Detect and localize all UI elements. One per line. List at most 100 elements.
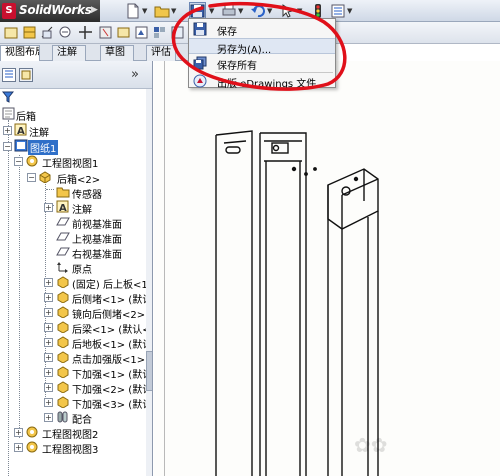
tab-annotation[interactable]: 注解 bbox=[52, 45, 86, 61]
filter-icon[interactable] bbox=[1, 91, 16, 105]
tree-component-1[interactable]: + (固定) 后上板<1 bbox=[44, 275, 148, 291]
tree-component-8[interactable]: + 下加强<2> (默认 bbox=[44, 380, 152, 396]
menu-item-save-as[interactable]: 另存为(A)... bbox=[189, 38, 335, 56]
model-view-icon[interactable] bbox=[4, 25, 19, 40]
expand-toggle-icon[interactable]: + bbox=[44, 368, 53, 377]
solidworks-logo-icon: S bbox=[2, 3, 16, 19]
solidworks-logo[interactable]: S SolidWorks ▶ bbox=[0, 0, 100, 22]
origin-icon bbox=[56, 260, 70, 274]
expand-toggle-icon[interactable]: + bbox=[44, 413, 53, 422]
app-name: SolidWorks bbox=[19, 3, 92, 17]
component-part-icon bbox=[56, 335, 70, 349]
panel-scrollbar[interactable] bbox=[146, 89, 152, 476]
expand-toggle-icon[interactable]: + bbox=[44, 278, 53, 287]
property-manager-tab-icon[interactable] bbox=[19, 68, 33, 82]
tree-item-sensors[interactable]: 传感器 bbox=[56, 185, 146, 201]
collapse-toggle-icon[interactable]: − bbox=[14, 157, 23, 166]
collapse-toggle-icon[interactable]: − bbox=[27, 173, 36, 182]
tree-item-front-plane[interactable]: 前视基准面 bbox=[56, 215, 146, 231]
tree-annotations-label: 注解 bbox=[29, 128, 49, 139]
select-dropdown-icon[interactable]: ▼ bbox=[297, 7, 302, 15]
tab-evaluate[interactable]: 评估 bbox=[146, 45, 176, 61]
tree-item-part-annotations[interactable]: + A 注解 bbox=[44, 200, 144, 216]
tree-drawing-view-1-label: 工程图视图1 bbox=[42, 159, 99, 170]
expand-toggle-icon[interactable]: + bbox=[44, 323, 53, 332]
expand-toggle-icon[interactable]: + bbox=[44, 293, 53, 302]
open-dropdown-icon[interactable]: ▼ bbox=[171, 7, 176, 15]
expand-toggle-icon[interactable]: + bbox=[44, 203, 53, 212]
tree-item-top-plane[interactable]: 上视基准面 bbox=[56, 230, 146, 246]
break-view-icon[interactable] bbox=[98, 25, 113, 40]
tree-item-right-plane-label: 右视基准面 bbox=[72, 250, 122, 261]
standard-views-icon[interactable] bbox=[152, 25, 167, 40]
expand-toggle-icon[interactable]: + bbox=[14, 428, 23, 437]
expand-toggle-icon[interactable]: + bbox=[44, 398, 53, 407]
feature-manager-tab-icon[interactable] bbox=[2, 68, 16, 82]
alternate-position-icon[interactable] bbox=[134, 25, 149, 40]
options-dropdown-icon[interactable]: ▼ bbox=[347, 7, 352, 15]
assembly-icon bbox=[38, 170, 52, 184]
select-icon[interactable] bbox=[280, 3, 296, 19]
tree-component-9-label: 下加强<3> (默认 bbox=[72, 400, 153, 411]
tree-drawing-view-2[interactable]: + 工程图视图2 bbox=[14, 425, 144, 441]
section-view-icon[interactable] bbox=[40, 25, 55, 40]
tree-component-9[interactable]: + 下加强<3> (默认 bbox=[44, 395, 152, 411]
tree-drawing-view-3-label: 工程图视图3 bbox=[42, 445, 99, 456]
broken-out-icon[interactable] bbox=[78, 25, 93, 40]
tree-component-4[interactable]: + 后梁<1> (默认< bbox=[44, 320, 151, 336]
print-dropdown-icon[interactable]: ▼ bbox=[238, 7, 243, 15]
detail-view-icon[interactable] bbox=[58, 25, 73, 40]
open-folder-icon[interactable] bbox=[154, 3, 170, 19]
tree-part[interactable]: − 后箱<2> bbox=[27, 170, 145, 186]
new-document-icon[interactable] bbox=[125, 3, 141, 19]
tree-component-2[interactable]: + 后侧堵<1> (默认 bbox=[44, 290, 152, 306]
rebuild-traffic-light-icon[interactable] bbox=[310, 3, 326, 19]
drawing-view-icon bbox=[25, 425, 39, 439]
print-icon[interactable] bbox=[221, 3, 237, 19]
relative-view-icon[interactable] bbox=[170, 25, 185, 40]
tree-drawing-view-1[interactable]: − 工程图视图1 bbox=[14, 154, 144, 170]
menu-item-save-label: 保存 bbox=[217, 27, 237, 38]
annotation-icon: A bbox=[14, 123, 28, 137]
expand-toggle-icon[interactable]: + bbox=[3, 126, 12, 135]
expand-toggle-icon[interactable]: + bbox=[44, 353, 53, 362]
tree-drawing-view-3[interactable]: + 工程图视图3 bbox=[14, 440, 144, 456]
svg-text:A: A bbox=[17, 126, 25, 136]
edrawings-icon bbox=[193, 74, 207, 88]
sensor-folder-icon bbox=[56, 185, 70, 199]
tree-item-right-plane[interactable]: 右视基准面 bbox=[56, 245, 146, 261]
options-icon[interactable] bbox=[330, 3, 346, 19]
expand-toggle-icon[interactable]: + bbox=[44, 308, 53, 317]
crop-view-icon[interactable] bbox=[116, 25, 131, 40]
expand-toggle-icon[interactable]: + bbox=[44, 383, 53, 392]
panel-scrollbar-thumb[interactable] bbox=[146, 351, 152, 391]
expand-toggle-icon[interactable]: + bbox=[14, 443, 23, 452]
tree-annotations[interactable]: + A 注解 bbox=[3, 123, 143, 139]
save-dropdown-icon[interactable]: ▼ bbox=[209, 7, 214, 15]
menu-item-save-all-label: 保存所有 bbox=[217, 61, 257, 72]
tree-root[interactable]: 后箱 bbox=[2, 107, 142, 123]
component-part-icon bbox=[56, 365, 70, 379]
tab-view-layout[interactable]: 视图布局 bbox=[0, 45, 40, 61]
menu-item-save[interactable]: 保存 bbox=[189, 21, 335, 38]
tab-sketch[interactable]: 草图 bbox=[100, 45, 134, 61]
menu-item-save-all[interactable]: 保存所有 bbox=[189, 55, 335, 72]
logo-menu-arrow-icon: ▶ bbox=[91, 5, 98, 15]
undo-icon[interactable] bbox=[250, 3, 266, 19]
projected-view-icon[interactable] bbox=[22, 25, 37, 40]
undo-dropdown-icon[interactable]: ▼ bbox=[267, 7, 272, 15]
new-dropdown-icon[interactable]: ▼ bbox=[142, 7, 147, 15]
tree-component-3[interactable]: + 镜向后侧堵<2> bbox=[44, 305, 146, 321]
menu-item-publish-edrawings[interactable]: 出版 eDrawings 文件 bbox=[189, 73, 335, 90]
tree-sheet[interactable]: − 图纸1 bbox=[3, 139, 143, 155]
tree-component-7[interactable]: + 下加强<1> (默认 bbox=[44, 365, 152, 381]
tree-item-origin[interactable]: 原点 bbox=[56, 260, 146, 276]
tree-mates[interactable]: + 配合 bbox=[44, 410, 146, 426]
panel-expand-icon[interactable]: » bbox=[131, 67, 139, 82]
collapse-toggle-icon[interactable]: − bbox=[3, 142, 12, 151]
plane-icon bbox=[56, 245, 70, 259]
drawing-canvas[interactable]: ✿✿ bbox=[154, 61, 500, 476]
tree-component-6[interactable]: + 点击加强版<1> bbox=[44, 350, 146, 366]
expand-toggle-icon[interactable]: + bbox=[44, 338, 53, 347]
tree-component-5[interactable]: + 后地板<1> (默认 bbox=[44, 335, 152, 351]
